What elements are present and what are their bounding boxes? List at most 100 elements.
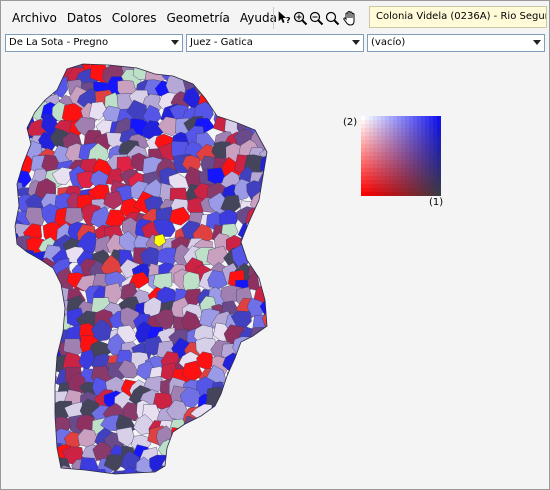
department-region[interactable] — [15, 70, 33, 89]
department-region[interactable] — [256, 198, 281, 218]
department-region[interactable] — [90, 481, 110, 484]
department-region[interactable] — [27, 402, 48, 421]
department-region[interactable] — [26, 80, 48, 101]
department-region[interactable] — [18, 468, 40, 484]
chevron-down-icon[interactable] — [352, 40, 360, 45]
department-region[interactable] — [5, 91, 28, 110]
department-region[interactable] — [259, 207, 280, 227]
department-region[interactable] — [219, 431, 240, 451]
department-region[interactable] — [264, 57, 288, 77]
department-region[interactable] — [223, 81, 246, 100]
department-region[interactable] — [252, 383, 273, 401]
menu-geometria[interactable]: Geometría — [161, 7, 234, 29]
department-region[interactable] — [67, 469, 86, 484]
department-region[interactable] — [40, 56, 63, 71]
department-region[interactable] — [5, 126, 24, 147]
department-region[interactable] — [198, 56, 218, 75]
department-region[interactable] — [184, 430, 206, 450]
department-region[interactable] — [236, 94, 262, 115]
department-region[interactable] — [5, 105, 23, 128]
department-region[interactable] — [5, 118, 21, 138]
department-region[interactable] — [5, 398, 20, 422]
department-region[interactable] — [15, 298, 38, 317]
department-region[interactable] — [5, 157, 21, 180]
department-region[interactable] — [27, 391, 49, 411]
department-region[interactable] — [104, 481, 127, 485]
department-region[interactable] — [233, 446, 254, 466]
department-region[interactable] — [263, 439, 285, 460]
department-region[interactable] — [34, 373, 56, 394]
department-region[interactable] — [226, 368, 247, 389]
department-region[interactable] — [248, 398, 267, 420]
department-region[interactable] — [38, 312, 58, 333]
department-region[interactable] — [209, 412, 232, 436]
department-region[interactable] — [262, 260, 285, 281]
department-region[interactable] — [5, 259, 23, 276]
department-region[interactable] — [184, 58, 207, 76]
department-region[interactable] — [264, 392, 282, 413]
department-region[interactable] — [157, 482, 174, 484]
menu-datos[interactable]: Datos — [62, 7, 107, 29]
department-region[interactable] — [211, 79, 231, 99]
department-region[interactable] — [175, 56, 194, 74]
department-region[interactable] — [30, 342, 50, 363]
department-region[interactable] — [174, 445, 196, 467]
department-region[interactable] — [264, 366, 282, 385]
department-region[interactable] — [249, 369, 268, 389]
department-region[interactable] — [236, 353, 258, 377]
department-region[interactable] — [208, 455, 227, 478]
department-region[interactable] — [218, 403, 240, 426]
department-region[interactable] — [262, 81, 283, 101]
department-region[interactable] — [14, 378, 35, 396]
department-region[interactable] — [263, 188, 287, 207]
department-region[interactable] — [31, 61, 49, 84]
department-region[interactable] — [6, 64, 28, 86]
department-region[interactable] — [243, 64, 267, 86]
department-region[interactable] — [237, 79, 257, 101]
department-region[interactable] — [54, 478, 73, 484]
department-region[interactable] — [14, 339, 35, 362]
department-region[interactable] — [247, 354, 267, 374]
department-region[interactable] — [256, 424, 279, 447]
department-region[interactable] — [257, 416, 278, 440]
department-region[interactable] — [263, 408, 284, 426]
department-region[interactable] — [25, 379, 46, 402]
department-region[interactable] — [226, 455, 248, 476]
department-region[interactable] — [232, 401, 252, 423]
department-region[interactable] — [261, 381, 279, 401]
department-region[interactable] — [198, 68, 217, 88]
department-region[interactable] — [170, 465, 192, 484]
department-region[interactable] — [5, 458, 20, 477]
pointer-help-icon[interactable]: ? — [277, 8, 292, 28]
department-region[interactable] — [224, 85, 245, 107]
department-region[interactable] — [266, 325, 286, 349]
department-region[interactable] — [11, 269, 35, 292]
department-region[interactable] — [29, 350, 50, 371]
department-region[interactable] — [5, 270, 27, 292]
choropleth-map[interactable] — [5, 56, 545, 484]
map-canvas[interactable] — [5, 56, 545, 484]
department-region[interactable] — [210, 404, 231, 424]
department-region[interactable] — [26, 365, 49, 388]
department-region[interactable] — [14, 402, 35, 421]
department-region[interactable] — [211, 481, 230, 484]
menu-colores[interactable]: Colores — [107, 7, 162, 29]
department-region[interactable] — [223, 65, 246, 86]
department-region[interactable] — [29, 477, 48, 484]
department-region[interactable] — [153, 56, 176, 73]
department-region[interactable] — [165, 73, 187, 96]
department-region[interactable] — [184, 481, 206, 484]
department-region[interactable] — [234, 375, 258, 397]
department-region[interactable] — [210, 63, 235, 84]
department-region[interactable] — [6, 368, 26, 386]
department-region[interactable] — [259, 472, 280, 485]
department-region[interactable] — [27, 465, 45, 484]
variable3-select[interactable]: (vacío) — [367, 34, 545, 52]
department-region[interactable] — [9, 132, 30, 154]
department-region[interactable] — [249, 76, 269, 99]
department-region[interactable] — [30, 426, 49, 448]
department-region[interactable] — [182, 445, 205, 464]
department-region[interactable] — [253, 427, 272, 448]
department-region[interactable] — [262, 89, 279, 110]
department-region[interactable] — [22, 302, 45, 324]
